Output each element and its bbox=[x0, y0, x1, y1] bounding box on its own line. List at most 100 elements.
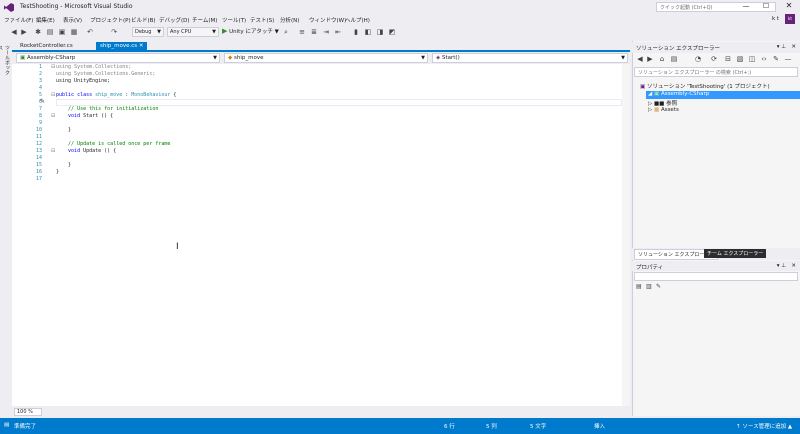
open-folder-icon[interactable]: ▤ bbox=[46, 28, 54, 36]
code-line[interactable]: // Update is called once per frame bbox=[56, 141, 170, 147]
collapse-all-icon[interactable]: ⊟ bbox=[724, 55, 732, 63]
code-view-icon[interactable]: ‹› bbox=[760, 55, 768, 63]
save-all-icon[interactable]: ▦ bbox=[70, 28, 78, 36]
tab-rocketcontroller[interactable]: RocketController.cs bbox=[16, 42, 77, 52]
menu-debug[interactable]: デバッグ(D) bbox=[159, 16, 190, 24]
menu-team[interactable]: チーム(M) bbox=[192, 16, 217, 24]
code-line[interactable]: void Start () { bbox=[56, 113, 113, 119]
switch-view-icon[interactable]: ▤ bbox=[670, 55, 678, 63]
alphabetical-icon[interactable]: ▥ bbox=[646, 283, 652, 290]
class-dropdown[interactable]: ◆ ship_move ▼ bbox=[224, 53, 428, 63]
properties-object-select[interactable] bbox=[634, 272, 798, 281]
pin-icon[interactable]: ▾ ⊥ bbox=[777, 44, 786, 50]
menu-build[interactable]: ビルド(B) bbox=[131, 16, 156, 24]
fold-toggle-icon[interactable]: ⊟ bbox=[51, 148, 55, 154]
wrench-icon[interactable]: ✎ bbox=[656, 283, 661, 290]
minimize-button[interactable]: — bbox=[740, 2, 752, 11]
code-line[interactable]: } bbox=[56, 127, 71, 133]
left-tool-strip bbox=[0, 39, 12, 419]
fold-toggle-icon[interactable]: ⊟ bbox=[51, 64, 55, 70]
menu-test[interactable]: テスト(S) bbox=[250, 16, 274, 24]
add-to-source-control-button[interactable]: ↑ ソース管理に追加 ▲ bbox=[736, 422, 792, 430]
code-line[interactable]: } bbox=[56, 162, 71, 168]
code-token: // Use this for initialization bbox=[56, 106, 159, 112]
bookmark-icon[interactable]: ▮ bbox=[352, 28, 360, 36]
tree-solution[interactable]: ▣ ソリューション 'TestShooting' (1 プロジェクト) bbox=[640, 82, 770, 90]
project-dropdown[interactable]: ▣ Assembly-CSharp ▼ bbox=[16, 53, 220, 63]
close-icon[interactable]: ✕ bbox=[139, 43, 144, 49]
tree-project[interactable]: ◢ ▣ Assembly-CSharp bbox=[646, 91, 800, 99]
categorized-icon[interactable]: ▤ bbox=[636, 283, 642, 290]
next-bookmark-icon[interactable]: ◨ bbox=[376, 28, 384, 36]
zoom-level[interactable]: 100 % bbox=[14, 408, 42, 416]
tab-ship-move[interactable]: ship_move.cs ✕ bbox=[96, 42, 148, 52]
code-line[interactable]: public class ship_move : MonoBehaviour { bbox=[56, 92, 176, 98]
uncomment-icon[interactable]: ≣ bbox=[310, 28, 318, 36]
menu-project[interactable]: プロジェクト(P) bbox=[90, 16, 131, 24]
tree-references[interactable]: ▷ ■■ 参照 bbox=[648, 99, 677, 107]
platform-select[interactable]: Any CPU ▼ bbox=[167, 27, 219, 37]
code-line[interactable]: // Use this for initialization bbox=[56, 106, 158, 112]
find-icon[interactable]: ⌕ bbox=[282, 28, 290, 36]
menu-help[interactable]: ヘルプ(H) bbox=[345, 16, 370, 24]
more-icon[interactable]: — bbox=[784, 55, 792, 63]
undo-icon[interactable]: ↶ bbox=[86, 28, 94, 36]
close-icon[interactable]: ✕ bbox=[791, 263, 796, 269]
fold-toggle-icon[interactable]: ⊟ bbox=[51, 113, 55, 119]
forward-icon[interactable]: ▶ bbox=[20, 28, 28, 36]
quick-launch-input[interactable]: クイック起動 (Ctrl+Q) bbox=[656, 2, 776, 12]
line-numbers: 1 2 3 4 5 6 7 8 9 10 11 12 13 14 15 16 17 bbox=[12, 64, 42, 406]
code-line[interactable]: using System.Collections; bbox=[56, 64, 131, 70]
save-icon[interactable]: ▣ bbox=[58, 28, 66, 36]
tree-assets[interactable]: ▷ ■ Assets bbox=[648, 107, 679, 113]
menu-edit[interactable]: 編集(E) bbox=[36, 16, 55, 24]
solution-label: ソリューション 'TestShooting' (1 プロジェクト) bbox=[646, 84, 770, 90]
quick-actions-icon[interactable]: ✎ bbox=[40, 98, 45, 105]
close-icon[interactable]: ✕ bbox=[791, 44, 796, 50]
code-token: } bbox=[56, 162, 72, 168]
horizontal-scrollbar[interactable] bbox=[12, 406, 630, 416]
fold-toggle-icon[interactable]: ⊟ bbox=[51, 92, 55, 98]
menu-file[interactable]: ファイル(F) bbox=[4, 16, 33, 24]
avatar[interactable]: kt bbox=[785, 14, 795, 24]
indent-icon[interactable]: ⇥ bbox=[322, 28, 330, 36]
code-line[interactable]: } bbox=[56, 169, 59, 175]
back-icon[interactable]: ◀ bbox=[10, 28, 18, 36]
toolbox-tab[interactable]: ツールボックス bbox=[0, 45, 11, 75]
solution-search-input[interactable]: ソリューション エクスプローラー の検索 (Ctrl+;) bbox=[634, 67, 798, 77]
pin-icon[interactable]: ▾ ⊥ bbox=[777, 263, 786, 269]
menu-view[interactable]: 表示(V) bbox=[63, 16, 82, 24]
show-all-files-icon[interactable]: ▧ bbox=[736, 55, 744, 63]
code-token: using System.Collections; bbox=[56, 64, 132, 70]
sync-icon[interactable]: ⟳ bbox=[710, 55, 718, 63]
maximize-button[interactable]: ☐ bbox=[760, 2, 772, 11]
line-number: 7 bbox=[38, 106, 42, 112]
redo-icon[interactable]: ↷ bbox=[110, 28, 118, 36]
back-icon[interactable]: ◀ bbox=[636, 55, 644, 63]
new-project-icon[interactable]: ✱ bbox=[34, 28, 42, 36]
menu-tools[interactable]: ツール(T) bbox=[222, 16, 246, 24]
configuration-select[interactable]: Debug ▼ bbox=[132, 27, 164, 37]
close-button[interactable]: ✕ bbox=[782, 1, 796, 12]
comment-icon[interactable]: ≡ bbox=[298, 28, 306, 36]
forward-icon[interactable]: ▶ bbox=[646, 55, 654, 63]
menu-window[interactable]: ウィンドウ(W) bbox=[309, 16, 346, 24]
prev-bookmark-icon[interactable]: ◧ bbox=[364, 28, 372, 36]
properties-icon[interactable]: ✎ bbox=[772, 55, 780, 63]
pending-changes-icon[interactable]: ◔ bbox=[694, 55, 702, 63]
vertical-scrollbar[interactable] bbox=[622, 64, 630, 406]
user-name[interactable]: k t bbox=[772, 16, 779, 22]
code-token: { bbox=[170, 92, 177, 98]
tab-team-explorer[interactable]: チーム エクスプローラー bbox=[704, 249, 767, 258]
preview-icon[interactable]: ◫ bbox=[748, 55, 756, 63]
start-debugging-button[interactable]: ▶ Unity にアタッチ ▼ bbox=[222, 27, 279, 37]
code-line[interactable]: using System.Collections.Generic; bbox=[56, 71, 155, 77]
home-icon[interactable]: ⌂ bbox=[658, 55, 666, 63]
member-dropdown[interactable]: ◈ Start() ▼ bbox=[432, 53, 628, 63]
window-title: TestShooting - Microsoft Visual Studio bbox=[20, 3, 133, 10]
code-line[interactable]: void Update () { bbox=[56, 148, 116, 154]
menu-analyze[interactable]: 分析(N) bbox=[280, 16, 299, 24]
code-line[interactable]: using UnityEngine; bbox=[56, 78, 110, 84]
outdent-icon[interactable]: ⇤ bbox=[334, 28, 342, 36]
clear-bookmarks-icon[interactable]: ◩ bbox=[388, 28, 396, 36]
